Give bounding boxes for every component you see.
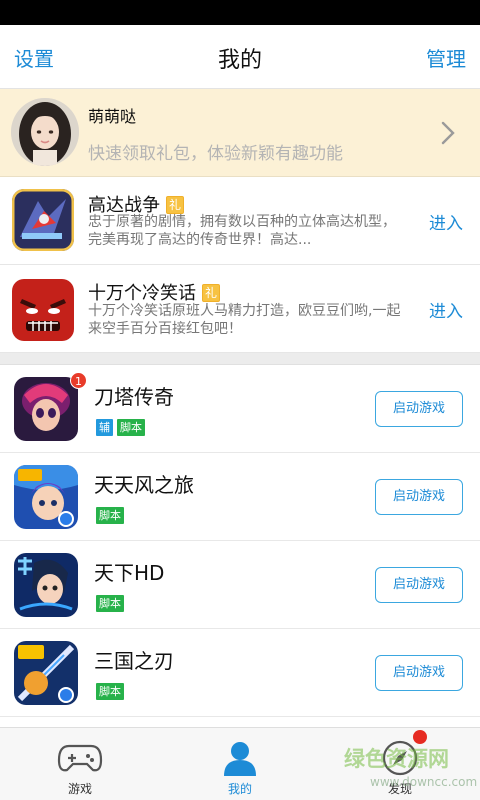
enter-button[interactable]: 进入 [429, 297, 463, 322]
game-icon [12, 189, 74, 251]
tab-games[interactable]: 游戏 [0, 728, 160, 800]
launch-game-button[interactable]: 启动游戏 [375, 479, 463, 515]
gamepad-icon [57, 744, 103, 772]
installed-game-row[interactable]: 三国之刃 脚本 启动游戏 [0, 629, 480, 717]
gift-icon: 礼 [202, 284, 220, 302]
launch-game-button[interactable]: 启动游戏 [375, 391, 463, 427]
game-description: 十万个冷笑话原班人马精力打造，欧豆豆们哟,一起来空手百分百接红包吧！ [88, 303, 401, 337]
top-bar: 设置 我的 管理 [0, 25, 480, 89]
featured-game-row[interactable]: 高达战争礼 忠于原著的剧情，拥有数以百种的立体高达机型，完美再现了高达的传奇世界… [0, 177, 480, 265]
tab-discover[interactable]: 发现 [320, 728, 480, 800]
launch-game-button[interactable]: 启动游戏 [375, 655, 463, 691]
chevron-right-icon [441, 121, 455, 145]
tab-label: 发现 [387, 782, 412, 796]
tag-list: 脚本 [96, 683, 124, 700]
compass-icon [382, 740, 418, 776]
game-name: 刀塔传奇 [94, 385, 174, 409]
game-icon [14, 641, 78, 705]
launch-game-button[interactable]: 启动游戏 [375, 567, 463, 603]
tab-label: 游戏 [67, 782, 92, 796]
installed-game-row[interactable]: 天天风之旅 脚本 启动游戏 [0, 453, 480, 541]
bottom-tab-bar: 游戏 我的 发现 [0, 727, 480, 800]
tag: 脚本 [117, 419, 145, 436]
tag-list: 脚本 [96, 507, 124, 524]
game-icon [12, 279, 74, 341]
game-description: 忠于原著的剧情，拥有数以百种的立体高达机型，完美再现了高达的传奇世界！高达... [88, 214, 396, 248]
notification-badge: 1 [70, 372, 87, 389]
installed-game-row[interactable]: 天下HD 脚本 启动游戏 [0, 541, 480, 629]
tag-list: 脚本 [96, 595, 124, 612]
person-icon [224, 742, 256, 776]
tab-label: 我的 [227, 782, 252, 796]
game-icon [14, 465, 78, 529]
tag: 脚本 [96, 683, 124, 700]
page-title: 我的 [217, 48, 262, 73]
status-bar [0, 0, 480, 25]
featured-game-row[interactable]: 十万个冷笑话礼 十万个冷笑话原班人马精力打造，欧豆豆们哟,一起来空手百分百接红包… [0, 265, 480, 353]
manage-button[interactable]: 管理 [426, 43, 466, 72]
avatar [11, 98, 79, 166]
game-icon [14, 553, 78, 617]
game-icon [14, 377, 78, 441]
tag: 脚本 [96, 595, 124, 612]
tag: 辅 [96, 419, 113, 436]
notification-dot [413, 730, 427, 744]
section-divider [0, 353, 480, 365]
tag: 脚本 [96, 507, 124, 524]
enter-button[interactable]: 进入 [429, 209, 463, 234]
gift-icon: 礼 [166, 196, 184, 214]
profile-card[interactable]: 萌萌哒 快速领取礼包，体验新颖有趣功能 [0, 89, 480, 177]
tab-mine[interactable]: 我的 [160, 728, 320, 800]
game-name: 天天风之旅 [94, 473, 194, 497]
tag-list: 辅 脚本 [96, 419, 145, 436]
profile-name: 萌萌哒 [88, 107, 137, 126]
game-name: 三国之刃 [94, 649, 174, 673]
profile-subtitle: 快速领取礼包，体验新颖有趣功能 [88, 144, 343, 164]
installed-game-row[interactable]: 1 刀塔传奇 辅 脚本 启动游戏 [0, 365, 480, 453]
game-name: 天下HD [94, 561, 165, 585]
